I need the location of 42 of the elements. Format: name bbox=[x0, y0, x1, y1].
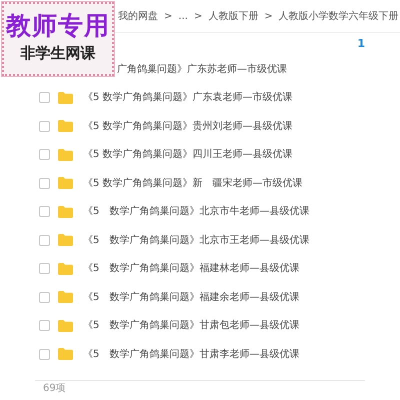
file-name[interactable]: 《5 数学广角鸽巢问题》新 疆宋老师—市级优课 bbox=[83, 176, 303, 191]
file-name[interactable]: 《5 数学广角鸽巢问题》北京市王老师—县级优课 bbox=[83, 232, 310, 248]
file-name[interactable]: 《5 数学广角鸽巢问题》甘肃包老师—县级优课 bbox=[83, 318, 300, 334]
checkbox[interactable] bbox=[39, 263, 50, 274]
checkbox[interactable] bbox=[39, 292, 50, 303]
folder-icon bbox=[58, 348, 73, 360]
stamp-title: 教师专用 bbox=[4, 10, 111, 38]
checkbox[interactable] bbox=[39, 178, 50, 189]
breadcrumb-link[interactable]: 人教版小学数学六年级下册 bbox=[278, 8, 399, 24]
folder-icon bbox=[58, 148, 73, 161]
breadcrumb-separator: > bbox=[264, 10, 273, 24]
breadcrumb-separator: > bbox=[164, 10, 172, 24]
folder-icon bbox=[58, 206, 73, 218]
folder-icon bbox=[58, 234, 73, 246]
folder-icon bbox=[58, 120, 73, 132]
checkbox[interactable] bbox=[39, 149, 50, 160]
checkbox[interactable] bbox=[39, 234, 50, 246]
file-name[interactable]: 《5 数学广角鸽巢问题》福建林老师—县级优课 bbox=[83, 261, 300, 276]
folder-icon bbox=[58, 291, 73, 304]
file-name[interactable]: 《5 数学广角鸽巢问题》北京市牛老师—县级优课 bbox=[83, 204, 310, 220]
file-name[interactable]: 《5 数学广角鸽巢问题》四川王老师—县级优课 bbox=[83, 147, 293, 162]
folder-icon bbox=[58, 92, 73, 104]
breadcrumb-link[interactable]: ... bbox=[178, 8, 188, 24]
file-name[interactable]: 《5 数学广角鸽巢问题》广东袁老师—市级优课 bbox=[83, 90, 293, 106]
file-name[interactable]: 《5 数学广角鸽巢问题》甘肃李老师—县级优课 bbox=[83, 346, 300, 362]
breadcrumb-link[interactable]: 人教版下册 bbox=[208, 8, 258, 24]
checkbox[interactable] bbox=[39, 348, 50, 360]
breadcrumb-link[interactable]: 我的网盘 bbox=[118, 8, 158, 24]
folder-icon bbox=[58, 262, 73, 275]
file-name[interactable]: 《5 数学广角鸽巢问题》福建余老师—县级优课 bbox=[83, 290, 300, 305]
file-name[interactable]: 《5 数学广角鸽巢问题》贵州刘老师—县级优课 bbox=[83, 118, 293, 134]
item-count: 69项 bbox=[43, 383, 66, 394]
folder-icon bbox=[58, 177, 73, 190]
stamp-subtitle: 非学生网课 bbox=[20, 46, 96, 61]
breadcrumb-separator: > bbox=[194, 10, 202, 24]
checkbox[interactable] bbox=[39, 320, 50, 332]
folder-icon bbox=[58, 320, 73, 332]
checkbox[interactable] bbox=[39, 92, 50, 104]
checkbox[interactable] bbox=[39, 120, 50, 132]
checkbox[interactable] bbox=[39, 206, 50, 218]
page-number[interactable]: 1 bbox=[357, 36, 365, 52]
file-name[interactable]: 广角鸽巢问题》广东苏老师—市级优课 bbox=[117, 62, 287, 77]
